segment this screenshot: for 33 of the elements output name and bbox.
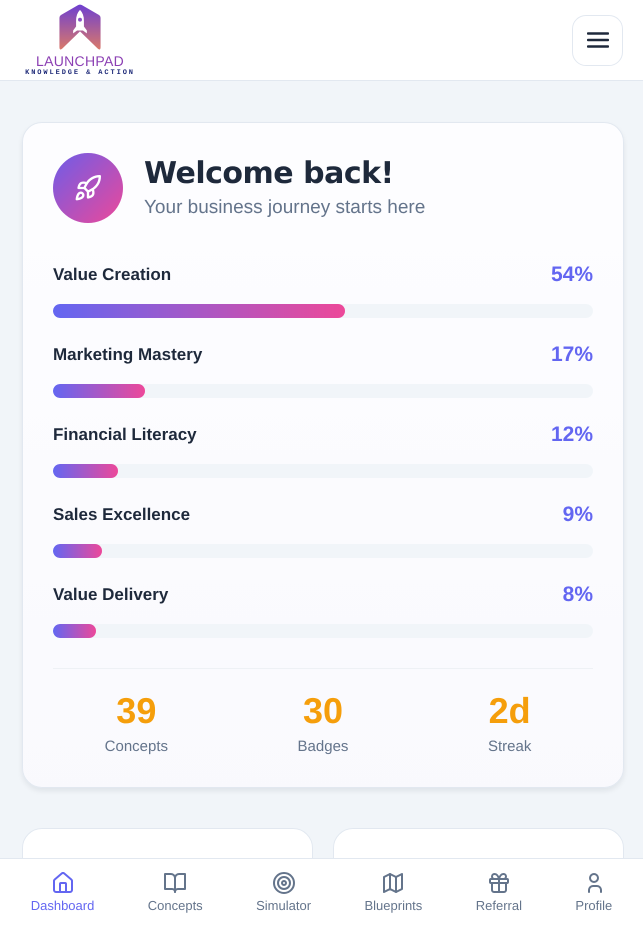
gift-icon xyxy=(488,872,510,894)
stat-label: Badges xyxy=(298,737,348,757)
home-icon xyxy=(52,872,74,894)
menu-icon xyxy=(586,32,608,48)
welcome-title: Welcome back! xyxy=(144,156,395,192)
nav-tab[interactable]: Dashboard xyxy=(28,859,96,914)
skill-name: Value Creation xyxy=(53,265,172,285)
welcome-subtitle: Your business journey starts here xyxy=(144,196,426,220)
skill-name: Value Delivery xyxy=(53,585,168,605)
skill-percent: 54% xyxy=(550,263,593,287)
nav-tab[interactable]: Profile xyxy=(573,859,614,914)
logo-name: LAUNCHPAD xyxy=(36,54,124,69)
nav-tab[interactable]: Simulator xyxy=(254,859,314,914)
skill-name: Marketing Mastery xyxy=(53,345,202,365)
stat-label: Streak xyxy=(488,737,532,757)
stat-value: 2d xyxy=(488,690,531,732)
rocket-logo-icon xyxy=(59,4,101,51)
stat-label: Concepts xyxy=(104,737,168,757)
skill-percent: 9% xyxy=(562,503,593,527)
nav-tab[interactable]: Blueprints xyxy=(362,859,424,914)
skill-percent: 12% xyxy=(550,423,593,447)
skill-name: Sales Excellence xyxy=(53,505,190,525)
map-icon xyxy=(382,872,404,894)
skill-percent: 8% xyxy=(562,583,593,607)
target-icon xyxy=(272,872,295,894)
book-icon xyxy=(164,872,186,894)
menu-button[interactable] xyxy=(572,14,623,66)
skill-percent: 17% xyxy=(550,343,593,367)
nav-tab[interactable]: Concepts xyxy=(146,859,205,914)
stat-value: 39 xyxy=(116,690,156,732)
stat-value: 30 xyxy=(302,690,344,732)
nav-tab[interactable]: Referral xyxy=(474,859,524,914)
skill-name: Financial Literacy xyxy=(53,425,197,445)
